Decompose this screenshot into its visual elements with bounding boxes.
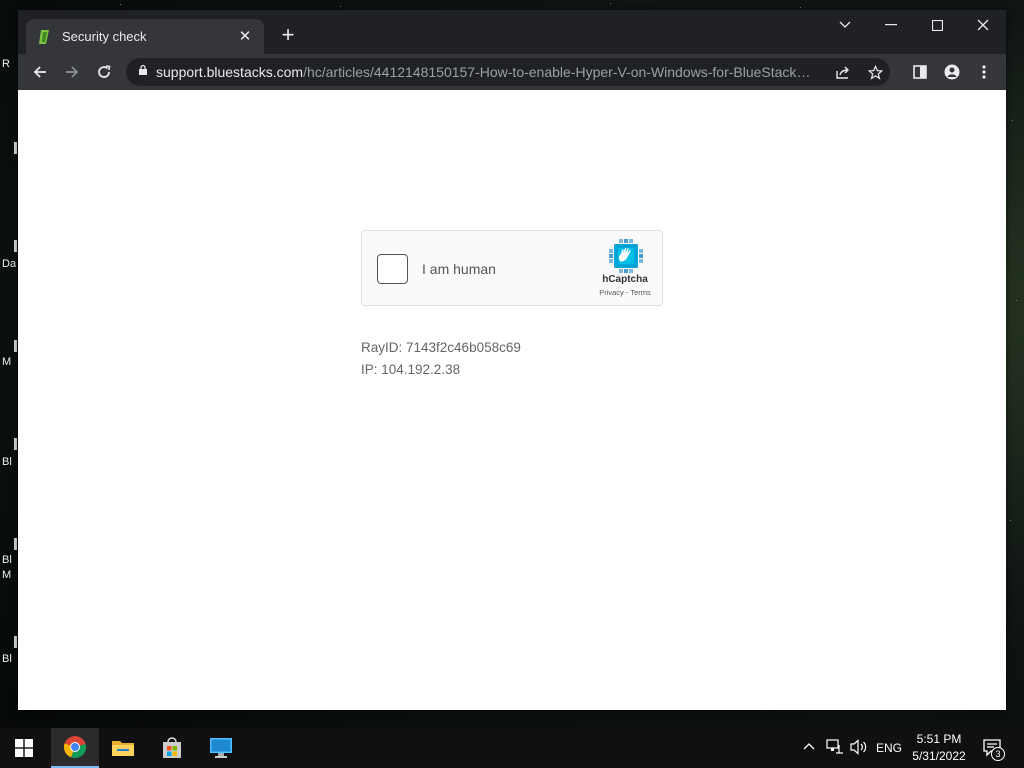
reload-icon xyxy=(98,65,111,78)
start-button[interactable] xyxy=(0,728,48,768)
title-bar: Security check ✕ + xyxy=(18,10,1006,54)
share-icon[interactable] xyxy=(834,63,852,81)
lock-icon[interactable] xyxy=(138,63,148,81)
url-text[interactable]: support.bluestacks.com /hc/articles/4412… xyxy=(156,64,816,80)
taskbar-chrome[interactable] xyxy=(51,728,99,768)
profile-button[interactable] xyxy=(939,59,965,85)
hcaptcha-brand: hCaptcha xyxy=(602,274,648,285)
terms-link[interactable]: Terms xyxy=(630,288,650,297)
profile-icon xyxy=(944,64,960,80)
desktop-icon-label[interactable]: Da xyxy=(2,258,16,270)
browser-window: Security check ✕ + support.bluestacks.co… xyxy=(18,10,1006,710)
taskbar-microsoft-store[interactable] xyxy=(148,728,196,768)
folder-icon xyxy=(112,741,134,756)
bluestacks-favicon-icon xyxy=(36,29,52,45)
desktop-icon[interactable] xyxy=(14,240,17,252)
browser-toolbar: support.bluestacks.com /hc/articles/4412… xyxy=(18,54,1006,90)
captcha-checkbox[interactable] xyxy=(377,254,408,284)
close-window-button[interactable] xyxy=(960,10,1006,40)
captcha-label: I am human xyxy=(422,261,496,277)
tab-search-button[interactable] xyxy=(822,10,868,40)
hcaptcha-widget: I am human hCaptcha Privacy - Terms xyxy=(361,230,663,306)
store-icon xyxy=(163,737,181,758)
windows-logo-icon xyxy=(15,739,33,757)
bookmark-star-icon[interactable] xyxy=(866,63,884,81)
side-panel-button[interactable] xyxy=(907,59,933,85)
menu-button[interactable] xyxy=(971,59,997,85)
address-bar[interactable]: support.bluestacks.com /hc/articles/4412… xyxy=(126,58,890,86)
monitor-icon xyxy=(210,738,232,758)
taskbar-remote-desktop[interactable] xyxy=(197,728,245,768)
tab-security-check[interactable]: Security check ✕ xyxy=(26,19,264,54)
desktop-icon-label[interactable]: Bl xyxy=(2,653,16,665)
arrow-right-icon xyxy=(66,66,79,78)
maximize-icon xyxy=(931,19,943,31)
close-icon[interactable]: ✕ xyxy=(236,28,254,46)
url-host: support.bluestacks.com xyxy=(156,64,304,80)
clock-date: 5/31/2022 xyxy=(912,749,966,763)
forward-button[interactable] xyxy=(59,59,85,85)
desktop-icon[interactable] xyxy=(14,340,17,352)
volume-icon[interactable] xyxy=(849,739,869,758)
desktop-icon[interactable] xyxy=(14,636,17,648)
privacy-link[interactable]: Privacy xyxy=(599,288,624,297)
desktop-icon[interactable] xyxy=(14,142,17,154)
minimize-button[interactable] xyxy=(868,10,914,40)
notification-count-badge: 3 xyxy=(991,747,1005,761)
desktop-icon-label[interactable]: M xyxy=(2,356,16,368)
back-button[interactable] xyxy=(27,59,53,85)
url-path: /hc/articles/4412148150157-How-to-enable… xyxy=(303,64,816,80)
desktop-icon-label[interactable]: R xyxy=(2,58,16,70)
arrow-left-icon xyxy=(33,66,46,78)
kebab-menu-icon xyxy=(982,65,986,79)
new-tab-button[interactable]: + xyxy=(276,24,300,48)
close-icon xyxy=(977,19,989,31)
ray-id: RayID: 7143f2c46b058c69 xyxy=(361,340,521,355)
page-content: I am human hCaptcha Privacy - Terms RayI… xyxy=(18,90,1006,710)
taskbar: ENG 5:51 PM 5/31/2022 3 xyxy=(0,728,1024,768)
chevron-down-icon xyxy=(839,21,851,28)
taskbar-file-explorer[interactable] xyxy=(99,728,147,768)
desktop-icon[interactable] xyxy=(14,438,17,450)
reload-button[interactable] xyxy=(91,59,117,85)
minimize-icon xyxy=(885,24,897,26)
chrome-icon xyxy=(63,736,86,759)
ip-address: IP: 104.192.2.38 xyxy=(361,362,461,377)
clock-time: 5:51 PM xyxy=(916,732,962,746)
side-panel-icon xyxy=(913,65,927,79)
chevron-up-icon[interactable] xyxy=(803,739,815,753)
clock[interactable]: 5:51 PM 5/31/2022 xyxy=(906,731,972,765)
input-language[interactable]: ENG xyxy=(876,741,902,755)
desktop-icon-label[interactable]: M xyxy=(2,569,16,581)
desktop-icon-label[interactable]: Bl xyxy=(2,456,16,468)
captcha-links: Privacy - Terms xyxy=(592,288,658,297)
hcaptcha-logo-icon xyxy=(609,239,643,273)
maximize-button[interactable] xyxy=(914,10,960,40)
tab-title: Security check xyxy=(62,29,147,44)
desktop-icon[interactable] xyxy=(14,538,17,550)
network-icon[interactable] xyxy=(826,739,844,758)
desktop-icon-label[interactable]: Bl xyxy=(2,554,16,566)
